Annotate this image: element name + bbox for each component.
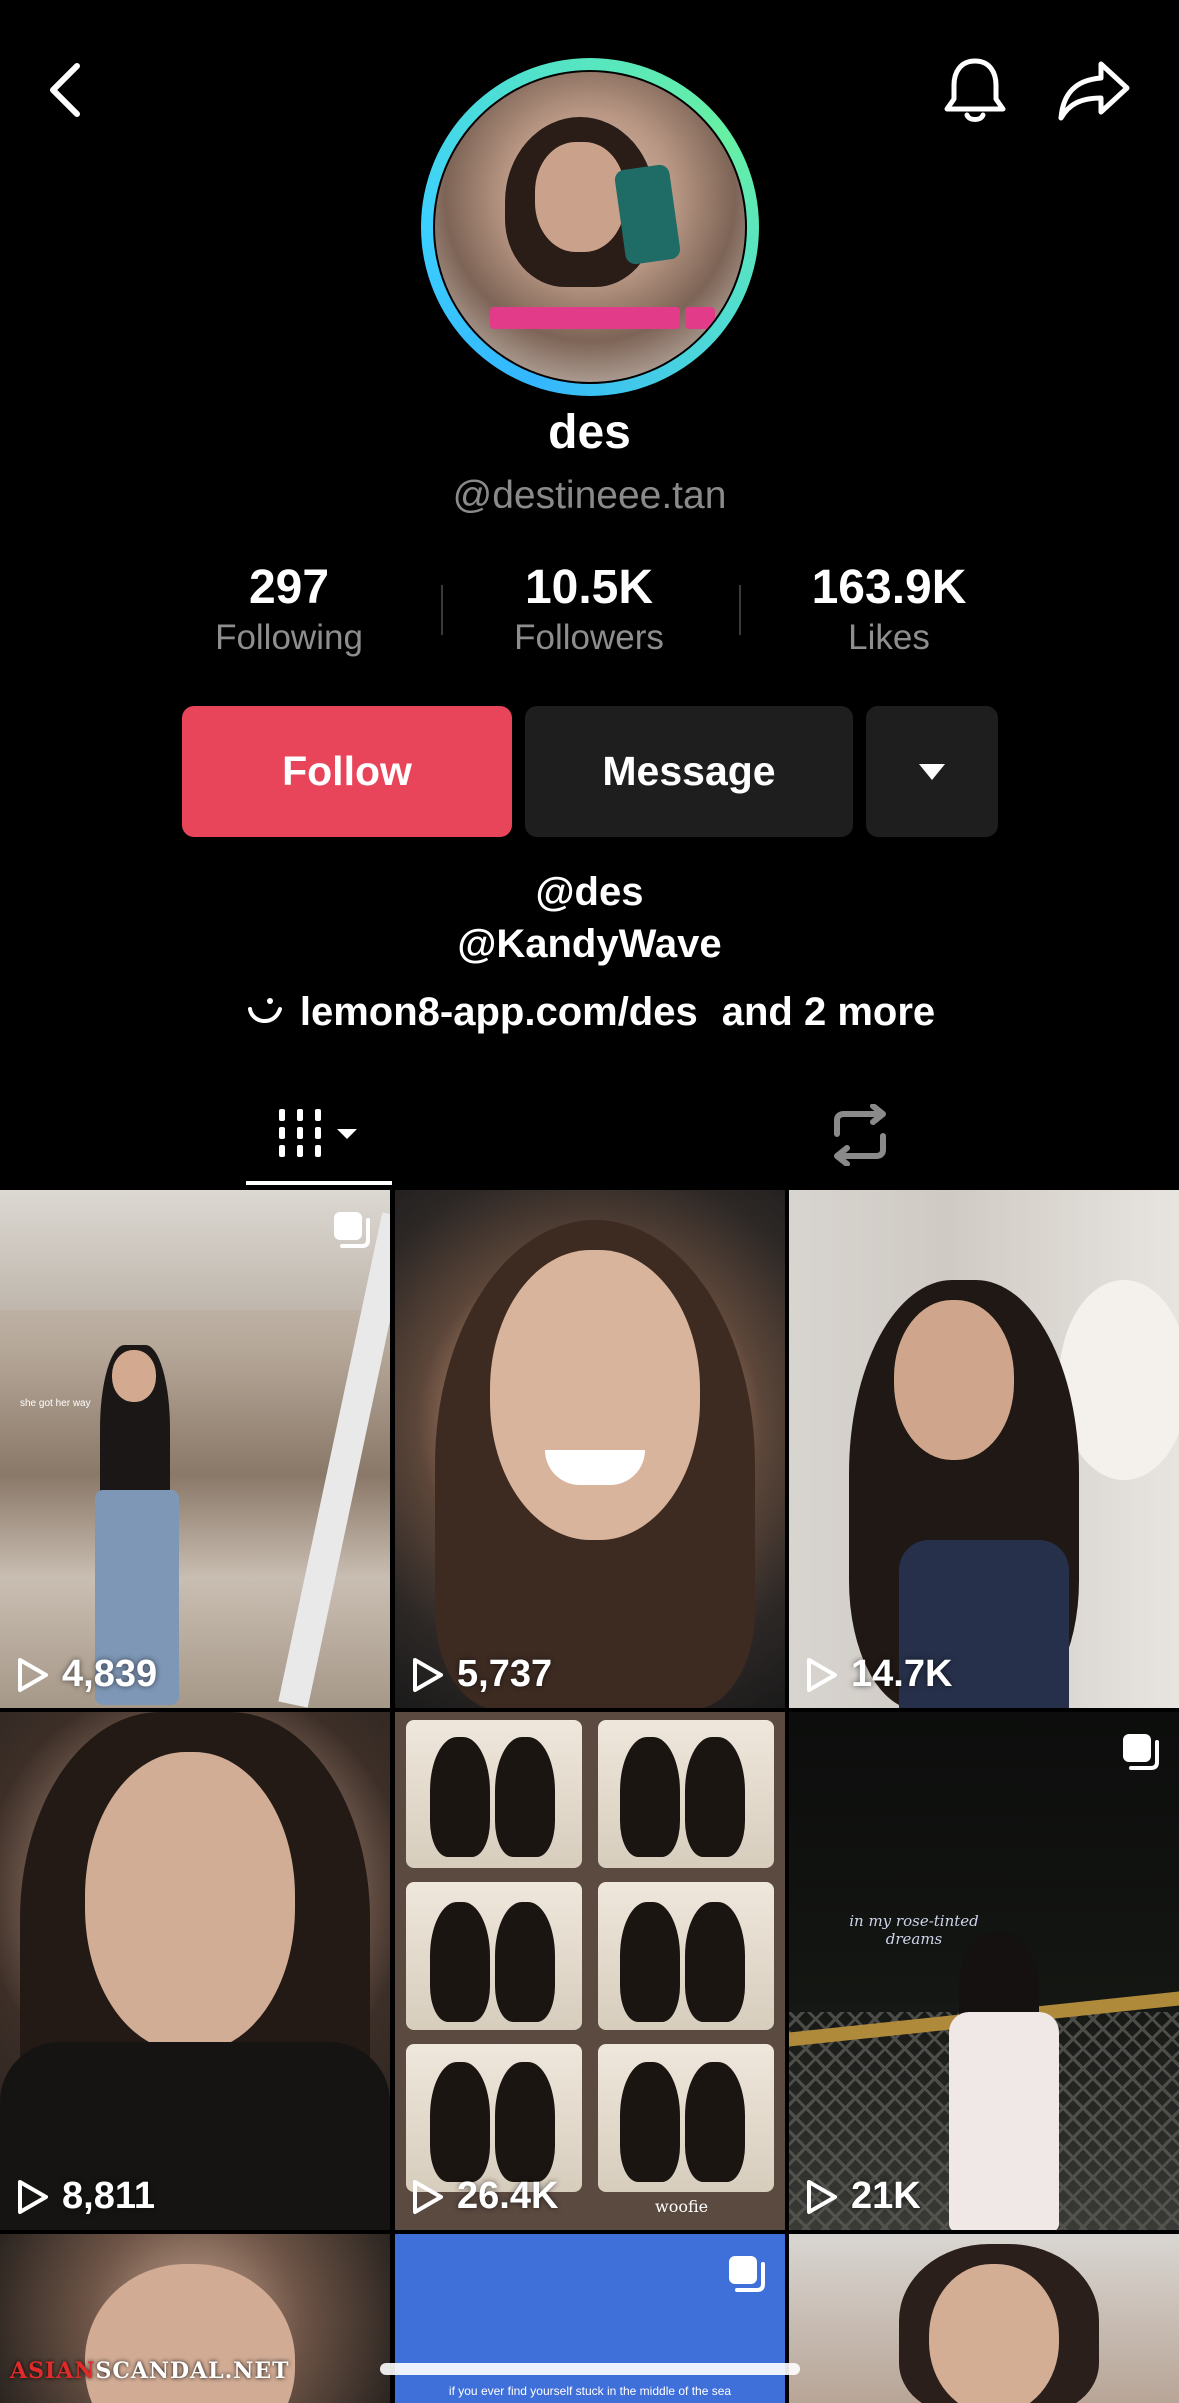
tab-videos[interactable] bbox=[246, 1085, 392, 1185]
followers-label: Followers bbox=[514, 618, 664, 657]
back-button[interactable] bbox=[30, 50, 100, 130]
play-icon bbox=[413, 2179, 443, 2214]
followers-count: 10.5K bbox=[524, 561, 654, 614]
following-stat[interactable]: 297 Following bbox=[169, 560, 409, 660]
multi-photo-badge bbox=[725, 2252, 767, 2299]
tab-reposts[interactable] bbox=[810, 1085, 910, 1185]
caret-down-icon bbox=[919, 763, 945, 780]
stat-divider bbox=[739, 585, 741, 635]
bio-mention[interactable]: @KandyWave bbox=[0, 922, 1179, 967]
view-count-text: 4,839 bbox=[62, 1653, 158, 1695]
watermark: ASIANSCANDAL.NET bbox=[10, 2358, 290, 2384]
view-count-text: 8,811 bbox=[62, 2175, 155, 2217]
view-count: 4,839 bbox=[16, 1653, 157, 1696]
video-tile[interactable]: 14.7K bbox=[789, 1190, 1179, 1708]
message-button[interactable]: Message bbox=[525, 706, 853, 837]
video-caption: woofie bbox=[655, 2197, 709, 2216]
video-tile[interactable]: 8,811 bbox=[0, 1712, 390, 2230]
play-icon bbox=[807, 2179, 837, 2214]
suggested-accounts-button[interactable] bbox=[866, 706, 998, 837]
view-count-text: 21K bbox=[851, 2175, 921, 2217]
likes-stat[interactable]: 163.9K Likes bbox=[769, 560, 1009, 660]
bio-line: @des bbox=[535, 870, 644, 914]
active-tab-indicator bbox=[246, 1181, 392, 1185]
profile-link-more[interactable]: and 2 more bbox=[722, 990, 935, 1035]
follow-button[interactable]: Follow bbox=[182, 706, 512, 837]
avatar[interactable] bbox=[421, 58, 759, 396]
following-count: 297 bbox=[248, 561, 330, 614]
play-icon bbox=[807, 1657, 837, 1692]
view-count: 21K bbox=[805, 2175, 921, 2218]
view-count: 8,811 bbox=[16, 2175, 155, 2218]
video-tile[interactable]: if you ever find yourself stuck in the m… bbox=[395, 2234, 785, 2403]
display-name: des bbox=[548, 406, 631, 459]
repost-icon bbox=[834, 1104, 886, 1166]
video-caption: if you ever find yourself stuck in the m… bbox=[448, 2384, 732, 2398]
home-indicator[interactable] bbox=[380, 2363, 800, 2375]
grid-icon bbox=[279, 1109, 357, 1157]
video-tile[interactable]: woofie 26.4K bbox=[395, 1712, 785, 2230]
stat-divider bbox=[441, 585, 443, 635]
bell-icon bbox=[944, 58, 1006, 122]
video-tile[interactable] bbox=[789, 2234, 1179, 2403]
play-icon bbox=[413, 1657, 443, 1692]
avatar-photo bbox=[435, 72, 745, 382]
multi-photo-icon bbox=[1123, 1734, 1159, 1770]
following-label: Following bbox=[215, 618, 363, 657]
likes-count: 163.9K bbox=[811, 561, 967, 614]
video-tile[interactable]: 5,737 bbox=[395, 1190, 785, 1708]
view-count-text: 14.7K bbox=[851, 1653, 953, 1695]
view-count: 14.7K bbox=[805, 1653, 952, 1696]
likes-label: Likes bbox=[848, 618, 930, 657]
profile-link[interactable]: lemon8-app.com/des and 2 more bbox=[0, 990, 1179, 1035]
view-count-text: 26.4K bbox=[457, 2175, 559, 2217]
share-arrow-icon bbox=[1058, 61, 1130, 121]
video-tile[interactable]: she got her way 4,839 bbox=[0, 1190, 390, 1708]
chevron-left-icon bbox=[50, 63, 80, 117]
share-button[interactable] bbox=[1050, 50, 1140, 130]
view-count-text: 5,737 bbox=[457, 1653, 553, 1695]
multi-photo-icon bbox=[729, 2256, 765, 2292]
play-icon bbox=[18, 1657, 48, 1692]
video-caption: she got her way bbox=[20, 1398, 91, 1409]
multi-photo-badge bbox=[330, 1208, 372, 1255]
multi-photo-icon bbox=[334, 1212, 370, 1248]
profile-link-text[interactable]: lemon8-app.com/des bbox=[300, 990, 698, 1035]
view-count: 5,737 bbox=[411, 1653, 552, 1696]
notifications-button[interactable] bbox=[935, 50, 1015, 130]
lemon8-smile-icon bbox=[247, 997, 282, 1023]
username: @destineee.tan bbox=[452, 474, 727, 517]
multi-photo-badge bbox=[1119, 1730, 1161, 1777]
video-caption: in my rose-tinted dreams bbox=[849, 1912, 979, 1948]
video-tile[interactable]: in my rose-tinted dreams 21K bbox=[789, 1712, 1179, 2230]
play-icon bbox=[18, 2179, 48, 2214]
followers-stat[interactable]: 10.5K Followers bbox=[469, 560, 709, 660]
view-count: 26.4K bbox=[411, 2175, 558, 2218]
